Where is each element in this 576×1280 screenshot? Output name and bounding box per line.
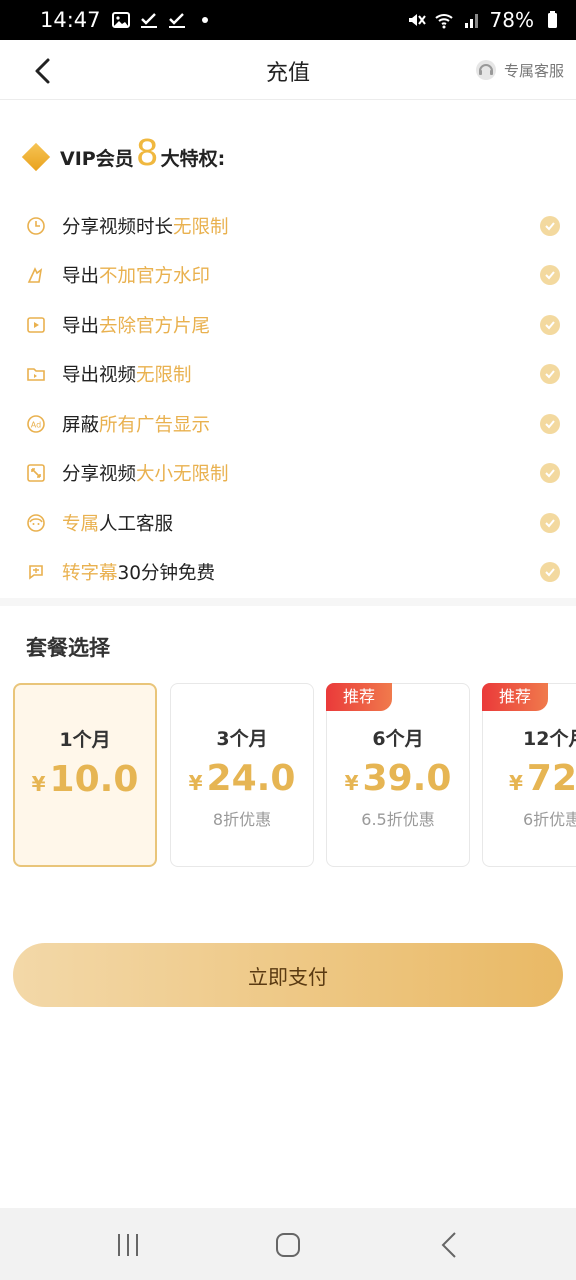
benefit-highlight: 去除官方片尾 bbox=[99, 316, 211, 337]
check-circle-icon bbox=[540, 463, 560, 483]
svg-text:Ad: Ad bbox=[31, 421, 41, 430]
check-circle-icon bbox=[540, 216, 560, 236]
benefits-title-number: 8 bbox=[135, 133, 159, 174]
check-circle-icon bbox=[540, 513, 560, 533]
dot-icon bbox=[201, 17, 208, 23]
mute-icon bbox=[408, 14, 426, 26]
folder-icon bbox=[27, 368, 45, 381]
benefits-title-prefix: VIP会员 bbox=[60, 148, 134, 170]
benefit-item: Ad 屏蔽 所有广告显示 bbox=[26, 409, 560, 439]
system-nav-bar bbox=[0, 1208, 576, 1280]
benefit-text: 分享视频 bbox=[62, 464, 137, 485]
agent-icon bbox=[27, 514, 45, 532]
check-circle-icon bbox=[540, 315, 560, 335]
plan-price: ¥72. bbox=[483, 758, 576, 799]
section-divider bbox=[0, 598, 576, 606]
check-circle-icon bbox=[540, 562, 560, 582]
check-circle-icon bbox=[540, 265, 560, 285]
benefit-highlight: 无限制 bbox=[173, 217, 229, 238]
plan-period: 6个月 bbox=[372, 728, 424, 750]
vip-benefits-section: VIP会员 8 大特权: 分享视频时长 无限制 导出 不加官方水印 导出 去除官方片尾… bbox=[0, 100, 576, 598]
plan-discount: 6折优惠 bbox=[523, 810, 576, 829]
price-amount: 10.0 bbox=[49, 759, 139, 800]
plan-card-1-month[interactable]: 1个月 ¥10.0 bbox=[13, 683, 157, 867]
plan-price: ¥10.0 bbox=[15, 759, 155, 800]
subtitle-icon bbox=[29, 565, 43, 580]
benefits-title-suffix: 大特权: bbox=[160, 148, 226, 170]
benefit-highlight: 无限制 bbox=[136, 365, 192, 386]
plan-carousel[interactable]: 1个月 ¥10.0 3个月 ¥24.0 8折优惠 推荐 6个月 ¥39.0 6.… bbox=[0, 683, 576, 867]
headset-icon bbox=[475, 60, 496, 80]
ad-icon: Ad bbox=[27, 415, 45, 433]
watermark-icon bbox=[27, 267, 43, 283]
image-icon bbox=[111, 12, 130, 28]
diamond-icon bbox=[21, 142, 51, 172]
plan-price: ¥39.0 bbox=[327, 758, 469, 799]
recommend-badge: 推荐 bbox=[326, 683, 392, 711]
benefit-text: 分享视频时长 bbox=[62, 217, 174, 238]
battery-icon bbox=[548, 11, 557, 28]
plan-period: 12个月 bbox=[523, 728, 576, 750]
plan-discount: 6.5折优惠 bbox=[361, 810, 435, 829]
play-icon bbox=[27, 317, 45, 333]
clock-icon bbox=[27, 217, 45, 235]
wifi-icon bbox=[434, 14, 453, 29]
pay-now-button[interactable]: 立即支付 bbox=[13, 943, 563, 1007]
price-amount: 24.0 bbox=[206, 758, 296, 799]
benefit-item: 专属 人工客服 bbox=[26, 508, 560, 538]
benefit-item: 导出 不加官方水印 bbox=[26, 260, 560, 290]
recommend-badge: 推荐 bbox=[482, 683, 548, 711]
benefit-text: 导出 bbox=[62, 266, 100, 287]
plans-title: 套餐选择 bbox=[26, 636, 110, 660]
resize-icon bbox=[27, 464, 45, 482]
home-icon[interactable] bbox=[273, 1230, 303, 1260]
plan-price: ¥24.0 bbox=[171, 758, 313, 799]
battery-percent: 78% bbox=[489, 8, 534, 32]
benefit-highlight: 专属 bbox=[62, 514, 100, 535]
price-amount: 72. bbox=[526, 758, 576, 799]
customer-service-label: 专属客服 bbox=[503, 61, 564, 80]
recent-apps-icon[interactable] bbox=[113, 1230, 143, 1260]
benefit-text: 人工客服 bbox=[99, 514, 174, 535]
benefit-text: 30分钟免费 bbox=[117, 563, 216, 584]
status-time: 14:47 bbox=[40, 8, 101, 32]
benefit-highlight: 转字幕 bbox=[62, 563, 118, 584]
app-header: 充值 专属客服 bbox=[0, 40, 576, 100]
benefit-highlight: 大小无限制 bbox=[136, 464, 229, 485]
benefit-text: 导出视频 bbox=[62, 365, 137, 386]
benefit-item: 导出 去除官方片尾 bbox=[26, 310, 560, 340]
status-bar: 14:47 78% bbox=[0, 0, 576, 40]
plan-discount: 8折优惠 bbox=[212, 810, 272, 829]
currency-symbol: ¥ bbox=[31, 772, 46, 796]
benefit-highlight: 所有广告显示 bbox=[99, 415, 211, 436]
currency-symbol: ¥ bbox=[509, 771, 523, 795]
benefit-highlight: 不加官方水印 bbox=[99, 266, 211, 287]
plan-card-12-months[interactable]: 推荐 12个月 ¥72. 6折优惠 bbox=[482, 683, 576, 867]
benefit-item: 分享视频 大小无限制 bbox=[26, 458, 560, 488]
back-nav-icon[interactable] bbox=[435, 1230, 465, 1260]
benefit-text: 导出 bbox=[62, 316, 100, 337]
benefits-title: VIP会员 8 大特权: bbox=[21, 133, 226, 174]
benefit-item: 导出视频 无限制 bbox=[26, 359, 560, 389]
check-icon bbox=[140, 13, 157, 28]
check-circle-icon bbox=[540, 414, 560, 434]
check-icon bbox=[168, 13, 185, 28]
plan-period: 3个月 bbox=[216, 728, 268, 750]
signal-icon bbox=[464, 14, 478, 28]
benefit-item: 分享视频时长 无限制 bbox=[26, 211, 560, 241]
customer-service-button[interactable]: 专属客服 bbox=[474, 58, 564, 82]
currency-symbol: ¥ bbox=[188, 771, 203, 795]
check-circle-icon bbox=[540, 364, 560, 384]
plan-card-3-months[interactable]: 3个月 ¥24.0 8折优惠 bbox=[170, 683, 314, 867]
currency-symbol: ¥ bbox=[344, 771, 359, 795]
benefit-item: 转字幕 30分钟免费 bbox=[26, 557, 560, 587]
benefit-text: 屏蔽 bbox=[62, 415, 100, 436]
plan-card-6-months[interactable]: 推荐 6个月 ¥39.0 6.5折优惠 bbox=[326, 683, 470, 867]
price-amount: 39.0 bbox=[362, 758, 452, 799]
plan-period: 1个月 bbox=[59, 729, 111, 751]
